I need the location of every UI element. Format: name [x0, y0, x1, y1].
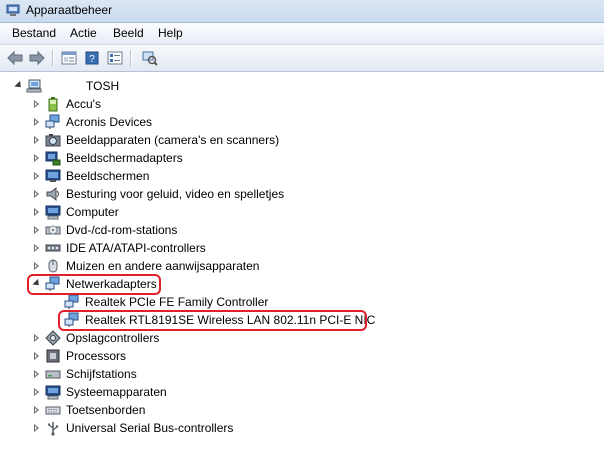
disk-drive-icon [45, 370, 61, 379]
category-label: Universal Serial Bus-controllers [66, 421, 234, 435]
help-button[interactable]: ? [82, 49, 102, 67]
tree-item-accus[interactable]: Accu's [0, 95, 400, 113]
expand-arrow-icon[interactable] [34, 208, 39, 216]
properties-list-icon [107, 51, 123, 65]
expand-arrow-icon[interactable] [34, 226, 39, 234]
expand-arrow-icon[interactable] [34, 370, 39, 378]
category-label: Besturing voor geluid, video en spelletj… [66, 187, 285, 201]
expand-arrow-icon[interactable] [34, 136, 39, 144]
root-label: TOSH [86, 79, 120, 93]
computer-icon [45, 205, 61, 220]
tree-item-opslagcontrollers[interactable]: Opslagcontrollers [0, 329, 400, 347]
tree-item-beeldschermen[interactable]: Beeldschermen [0, 167, 400, 185]
computer-root-icon [26, 79, 42, 93]
category-label: Schijfstations [66, 367, 137, 381]
expand-arrow-icon[interactable] [34, 118, 39, 126]
network-icon [45, 114, 60, 129]
expand-arrow-icon[interactable] [34, 154, 39, 162]
properties-button[interactable] [59, 49, 79, 67]
expand-arrow-icon[interactable] [34, 352, 39, 360]
device-manager-icon [6, 4, 20, 16]
scan-hardware-button[interactable] [140, 49, 160, 67]
category-label: Beeldapparaten (camera's en scanners) [66, 133, 280, 147]
expand-arrow-icon[interactable] [34, 100, 39, 108]
menu-beeld[interactable]: Beeld [113, 26, 144, 40]
category-label: Computer [66, 205, 119, 219]
forward-arrow-icon [29, 50, 45, 66]
dvd-drive-icon [45, 225, 61, 235]
help-book-icon: ? [85, 51, 99, 65]
back-arrow-icon [7, 50, 23, 66]
category-label: Beeldschermen [66, 169, 150, 183]
category-label: Systeemapparaten [66, 385, 167, 399]
menu-bar: Bestand Actie Beeld Help [0, 23, 604, 45]
processor-icon [46, 349, 60, 363]
category-label: Accu's [66, 97, 101, 111]
category-label: Toetsenborden [66, 403, 146, 417]
properties-list-button[interactable] [105, 49, 125, 67]
category-label: Beeldschermadapters [66, 151, 183, 165]
menu-actie[interactable]: Actie [70, 26, 97, 40]
display-adapter-icon [45, 151, 61, 166]
storage-controller-icon [45, 330, 61, 346]
tree-item-acronis-devices[interactable]: Acronis Devices [0, 113, 400, 131]
window-title: Apparaatbeheer [26, 3, 113, 17]
tree-root[interactable]: TOSH [0, 77, 400, 95]
expand-arrow-icon[interactable] [34, 262, 39, 270]
category-label: Opslagcontrollers [66, 331, 160, 345]
category-label: Acronis Devices [66, 115, 153, 129]
mouse-icon [48, 259, 58, 273]
tree-item-realtek-pcie-fe[interactable]: Realtek PCIe FE Family Controller [0, 293, 400, 311]
tree-item-dvd-cd-rom[interactable]: Dvd-/cd-rom-stations [0, 221, 400, 239]
keyboard-icon [45, 406, 61, 415]
highlight-netwerkadapters [27, 274, 161, 295]
expand-arrow-icon[interactable] [34, 244, 39, 252]
tree-item-processors[interactable]: Processors [0, 347, 400, 365]
properties-icon [61, 51, 77, 65]
ide-controller-icon [45, 244, 61, 252]
highlight-wireless-adapter [58, 310, 367, 331]
toolbar-separator [52, 50, 54, 66]
tree-item-systeemapparaten[interactable]: Systeemapparaten [0, 383, 400, 401]
collapse-arrow-icon[interactable] [14, 80, 24, 91]
tree-item-muizen[interactable]: Muizen en andere aanwijsapparaten [0, 257, 400, 275]
category-label: Muizen en andere aanwijsapparaten [66, 259, 260, 273]
monitor-icon [45, 169, 61, 182]
tree-item-computer[interactable]: Computer [0, 203, 400, 221]
tree-item-ide-ata[interactable]: IDE ATA/ATAPI-controllers [0, 239, 400, 257]
tree-item-beeldschermadapters[interactable]: Beeldschermadapters [0, 149, 400, 167]
forward-button[interactable] [27, 49, 47, 67]
category-label: Dvd-/cd-rom-stations [66, 223, 178, 237]
svg-text:?: ? [89, 54, 95, 65]
expand-arrow-icon[interactable] [34, 424, 39, 432]
title-bar: Apparaatbeheer [0, 0, 604, 23]
menu-bestand[interactable]: Bestand [12, 26, 56, 40]
battery-icon [48, 97, 58, 112]
expand-arrow-icon[interactable] [34, 172, 39, 180]
speaker-icon [46, 186, 59, 202]
tree-item-beeldapparaten[interactable]: Beeldapparaten (camera's en scanners) [0, 131, 400, 149]
tree-item-usb-controllers[interactable]: Universal Serial Bus-controllers [0, 419, 400, 437]
scan-hardware-icon [142, 51, 158, 66]
category-label: IDE ATA/ATAPI-controllers [66, 241, 206, 255]
device-tree: TOSH Accu's Acronis Devices Beeldapparat… [0, 72, 604, 474]
tree-item-toetsenborden[interactable]: Toetsenborden [0, 401, 400, 419]
expand-arrow-icon[interactable] [34, 190, 39, 198]
expand-arrow-icon[interactable] [34, 334, 39, 342]
toolbar-separator [130, 50, 132, 66]
system-device-icon [45, 385, 61, 400]
expand-arrow-icon[interactable] [34, 388, 39, 396]
device-label: Realtek PCIe FE Family Controller [85, 295, 269, 309]
tree-item-besturing-geluid[interactable]: Besturing voor geluid, video en spelletj… [0, 185, 400, 203]
category-label: Processors [66, 349, 127, 363]
usb-icon [48, 422, 59, 436]
menu-help[interactable]: Help [158, 26, 183, 40]
camera-icon [45, 134, 61, 147]
tree-item-schijfstations[interactable]: Schijfstations [0, 365, 400, 383]
back-button[interactable] [5, 49, 25, 67]
network-adapter-icon [64, 294, 79, 309]
toolbar: ? [0, 45, 604, 72]
expand-arrow-icon[interactable] [34, 406, 39, 414]
